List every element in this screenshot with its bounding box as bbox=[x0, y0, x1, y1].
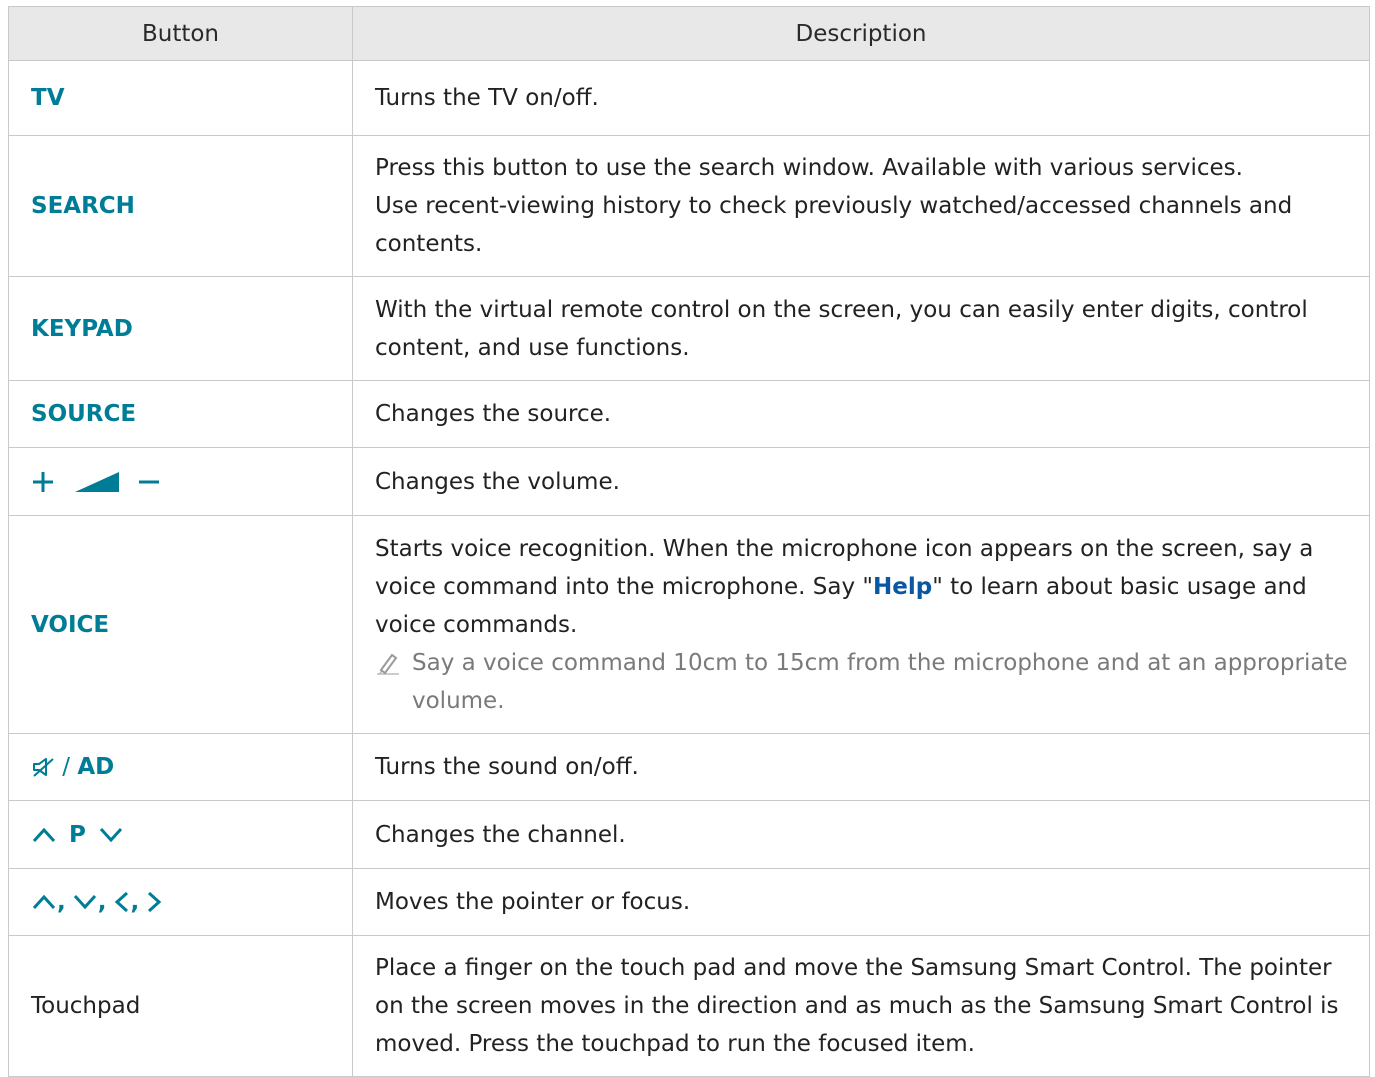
table-row: SEARCH Press this button to use the sear… bbox=[8, 135, 1370, 277]
button-name-text: P bbox=[69, 821, 86, 848]
description-text: Turns the sound on/off. bbox=[375, 754, 639, 780]
chevron-down-icon bbox=[73, 895, 96, 910]
table-row: Changes the volume. bbox=[8, 447, 1370, 516]
remote-buttons-table: Button Description TV Turns the TV on/of… bbox=[8, 6, 1370, 1077]
column-header-description: Description bbox=[352, 6, 1370, 61]
description-text: Changes the volume. bbox=[375, 468, 620, 495]
button-name: P bbox=[8, 800, 353, 869]
minus-icon bbox=[139, 480, 160, 484]
button-description: Turns the TV on/off. bbox=[352, 60, 1370, 136]
table-row: Touchpad Place a finger on the touch pad… bbox=[8, 935, 1370, 1077]
description-text: Turns the TV on/off. bbox=[375, 85, 599, 111]
help-keyword: Help bbox=[872, 573, 933, 600]
button-name: SEARCH bbox=[8, 135, 353, 277]
description-text: Press this button to use the search wind… bbox=[375, 155, 1243, 181]
separator: , bbox=[57, 889, 66, 916]
description-text: Use recent-viewing history to check prev… bbox=[375, 193, 1293, 257]
button-name bbox=[8, 447, 353, 516]
description-text: Place a finger on the touch pad and move… bbox=[375, 955, 1339, 1057]
description-text: With the virtual remote control on the s… bbox=[375, 296, 1308, 361]
mute-icon bbox=[33, 758, 54, 777]
button-description: Changes the source. bbox=[352, 380, 1370, 448]
button-description: Place a finger on the touch pad and move… bbox=[352, 935, 1370, 1077]
volume-wedge-icon bbox=[75, 472, 120, 492]
button-name-text: AD bbox=[77, 754, 115, 781]
remote-buttons-table-container: Button Description TV Turns the TV on/of… bbox=[8, 6, 1370, 1077]
button-name: SOURCE bbox=[8, 380, 353, 448]
column-header-button: Button bbox=[8, 6, 353, 61]
table-row: TV Turns the TV on/off. bbox=[8, 60, 1370, 136]
chevron-right-icon bbox=[148, 892, 162, 913]
table-row: P Changes the channel. bbox=[8, 800, 1370, 869]
button-description: Changes the channel. bbox=[352, 800, 1370, 869]
button-name: / AD bbox=[8, 733, 353, 801]
button-name: TV bbox=[8, 60, 353, 136]
description-text: Starts voice recognition. When the micro… bbox=[375, 530, 1357, 644]
button-description: Press this button to use the search wind… bbox=[352, 135, 1370, 277]
button-description: Changes the volume. bbox=[352, 447, 1370, 516]
button-name: Touchpad bbox=[8, 935, 353, 1077]
separator: , bbox=[97, 889, 107, 916]
table-row: / AD Turns the sound on/off. bbox=[8, 733, 1370, 801]
description-text: Moves the pointer or focus. bbox=[375, 889, 691, 915]
plus-icon bbox=[33, 472, 53, 492]
table-row: , , , Moves the pointer or focus. bbox=[8, 868, 1370, 936]
chevron-up-icon bbox=[32, 827, 56, 842]
table-row: SOURCE Changes the source. bbox=[8, 380, 1370, 448]
button-description: With the virtual remote control on the s… bbox=[352, 276, 1370, 381]
button-separator: / bbox=[55, 754, 78, 781]
pencil-note-icon bbox=[377, 653, 399, 674]
note-text: Say a voice command 10cm to 15cm from th… bbox=[375, 644, 1357, 720]
button-description: Starts voice recognition. When the micro… bbox=[352, 515, 1370, 734]
button-name: KEYPAD bbox=[8, 276, 353, 381]
note-content: Say a voice command 10cm to 15cm from th… bbox=[412, 649, 1348, 714]
table-header-row: Button Description bbox=[8, 6, 1370, 61]
table-row: KEYPAD With the virtual remote control o… bbox=[8, 276, 1370, 381]
table-row: VOICE Starts voice recognition. When the… bbox=[8, 515, 1370, 734]
button-name: , , , bbox=[8, 868, 353, 936]
chevron-left-icon bbox=[114, 892, 128, 913]
button-name: VOICE bbox=[8, 515, 353, 734]
separator: , bbox=[130, 889, 140, 916]
description-text: Changes the source. bbox=[375, 401, 612, 427]
description-text: Changes the channel. bbox=[375, 821, 626, 848]
button-description: Turns the sound on/off. bbox=[352, 733, 1370, 801]
chevron-down-icon bbox=[99, 827, 123, 842]
chevron-up-icon bbox=[32, 895, 56, 910]
button-description: Moves the pointer or focus. bbox=[352, 868, 1370, 936]
